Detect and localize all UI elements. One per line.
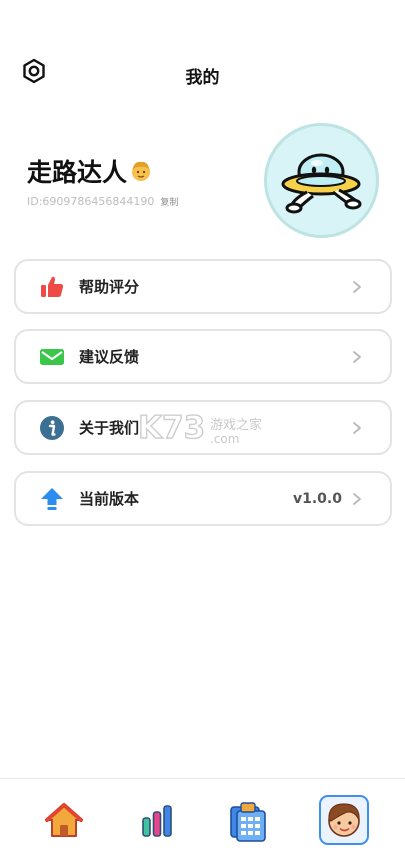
man-emoji-icon bbox=[132, 161, 151, 181]
menu-item-label: 帮助评分 bbox=[79, 278, 140, 296]
chevron-right-icon bbox=[353, 421, 361, 434]
chevron-right-icon bbox=[353, 280, 361, 293]
user-id: ID:6909786456844190 bbox=[27, 195, 155, 208]
menu-item-label: 建议反馈 bbox=[79, 348, 140, 366]
profile-nickname-row: 走路达人 bbox=[27, 153, 153, 189]
mail-icon bbox=[39, 344, 65, 370]
thumbs-up-icon bbox=[39, 274, 65, 300]
info-icon bbox=[39, 415, 65, 441]
svg-text:K73: K73 bbox=[138, 410, 205, 445]
ufo-mascot-avatar-icon bbox=[281, 153, 362, 214]
chevron-right-icon bbox=[353, 492, 361, 505]
profile-face-icon bbox=[328, 803, 360, 837]
svg-text:游戏之家: 游戏之家 bbox=[210, 417, 262, 433]
user-id-row: ID:6909786456844190 复制 bbox=[27, 195, 178, 208]
menu-item-version[interactable]: 当前版本 v1.0.0 bbox=[14, 471, 392, 526]
tab-stats[interactable] bbox=[134, 798, 180, 844]
chevron-right-icon bbox=[353, 350, 361, 363]
menu-item-feedback[interactable]: 建议反馈 bbox=[14, 329, 392, 384]
k73-watermark-logo: K73 游戏之家 .com bbox=[138, 409, 262, 445]
page-title: 我的 bbox=[185, 68, 220, 88]
tab-calendar[interactable] bbox=[226, 798, 272, 844]
menu-item-rate[interactable]: 帮助评分 bbox=[14, 259, 392, 314]
tab-profile[interactable] bbox=[319, 795, 369, 845]
upgrade-arrow-icon bbox=[39, 486, 65, 512]
home-icon bbox=[45, 803, 83, 837]
calendar-icon bbox=[230, 802, 266, 842]
menu-item-label: 当前版本 bbox=[79, 490, 140, 508]
nickname: 走路达人 bbox=[27, 158, 128, 187]
avatar[interactable] bbox=[264, 123, 379, 238]
tab-home[interactable] bbox=[41, 798, 87, 844]
bar-chart-icon bbox=[142, 805, 172, 837]
copy-id-button[interactable]: 复制 bbox=[160, 195, 178, 208]
svg-text:.com: .com bbox=[210, 432, 239, 445]
version-value: v1.0.0 bbox=[293, 490, 342, 507]
